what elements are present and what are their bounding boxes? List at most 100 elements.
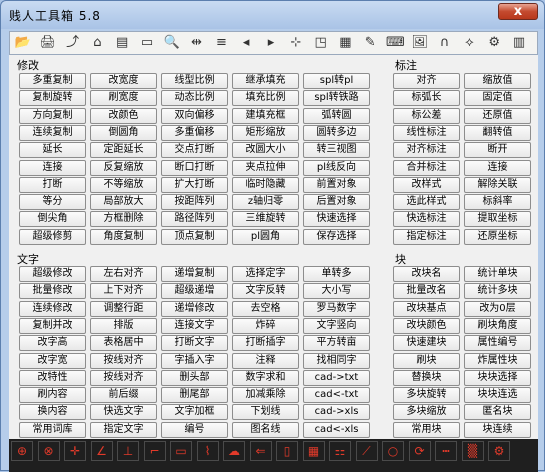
- modify-button[interactable]: 建填充框: [232, 107, 299, 124]
- window-icon[interactable]: ▭: [138, 34, 156, 52]
- modify-button[interactable]: pl圆角: [232, 228, 299, 245]
- modify-button[interactable]: 夹点拉伸: [232, 159, 299, 176]
- modify-button[interactable]: 前置对象: [303, 176, 370, 193]
- modify-button[interactable]: 多重复制: [19, 73, 86, 89]
- text-button[interactable]: 编号: [161, 421, 228, 438]
- text-button[interactable]: 调整行距: [90, 300, 157, 317]
- text-button[interactable]: 前后缀: [90, 387, 157, 404]
- annotate-button[interactable]: 对齐: [393, 73, 460, 89]
- block-button[interactable]: 快速建块: [393, 335, 460, 352]
- annotate-button[interactable]: 固定值: [464, 90, 531, 107]
- annotate-button[interactable]: 解除关联: [464, 176, 531, 193]
- print-icon[interactable]: 🖨: [39, 34, 57, 52]
- annotate-button[interactable]: 合并标注: [393, 159, 460, 176]
- arrow-right-icon[interactable]: ▸: [262, 34, 280, 52]
- modify-button[interactable]: 方框删除: [90, 211, 157, 228]
- modify-button[interactable]: 保存选择: [303, 228, 370, 245]
- block-button[interactable]: 改块名: [393, 266, 460, 282]
- block-button[interactable]: 统计多块: [464, 283, 531, 300]
- block-button[interactable]: 统计单块: [464, 266, 531, 282]
- block-button[interactable]: 批量改名: [393, 283, 460, 300]
- keyboard-icon[interactable]: ⌨: [386, 34, 405, 52]
- text-button[interactable]: cad->xls: [303, 404, 370, 421]
- text-button[interactable]: 指定文字: [90, 421, 157, 438]
- annotate-button[interactable]: 指定标注: [393, 228, 460, 245]
- folder-open-icon[interactable]: 📂: [14, 34, 32, 52]
- magnet-icon[interactable]: ∩: [436, 34, 454, 52]
- modify-button[interactable]: 断口打断: [161, 159, 228, 176]
- text-button[interactable]: 按线对齐: [90, 352, 157, 369]
- modify-button[interactable]: 复制旋转: [19, 90, 86, 107]
- text-button[interactable]: 大小写: [303, 283, 370, 300]
- modify-button[interactable]: 连接: [19, 159, 86, 176]
- modify-button[interactable]: 刷宽度: [90, 90, 157, 107]
- text-button[interactable]: 递增修改: [161, 300, 228, 317]
- text-button[interactable]: 复制并改: [19, 317, 86, 334]
- modify-button[interactable]: 角度复制: [90, 228, 157, 245]
- block-button[interactable]: 块块连选: [464, 387, 531, 404]
- annotate-button[interactable]: 标公差: [393, 107, 460, 124]
- block-button[interactable]: 块块选择: [464, 369, 531, 386]
- home-icon[interactable]: ⌂: [88, 34, 106, 52]
- text-button[interactable]: 文字竖向: [303, 317, 370, 334]
- text-button[interactable]: 常用词库: [19, 421, 86, 438]
- modify-button[interactable]: 延长: [19, 142, 86, 159]
- modify-button[interactable]: 等分: [19, 194, 86, 211]
- modify-button[interactable]: 局部放大: [90, 194, 157, 211]
- text-button[interactable]: 删尾部: [161, 387, 228, 404]
- modify-button[interactable]: 改颜色: [90, 107, 157, 124]
- text-button[interactable]: 删头部: [161, 369, 228, 386]
- arrow-left-icon[interactable]: ◂: [237, 34, 255, 52]
- corner-icon[interactable]: ⌐: [143, 441, 166, 461]
- export-icon[interactable]: ⤴: [64, 34, 82, 52]
- text-button[interactable]: 打断插字: [232, 335, 299, 352]
- edit-icon[interactable]: ✎: [361, 34, 379, 52]
- block-button[interactable]: 改块颜色: [393, 317, 460, 334]
- block-button[interactable]: 多块缩放: [393, 404, 460, 421]
- rect-icon[interactable]: ▭: [170, 441, 192, 461]
- cloud-icon[interactable]: ☁: [223, 441, 245, 461]
- block-button[interactable]: 炸属性块: [464, 352, 531, 369]
- text-button[interactable]: 单转多: [303, 266, 370, 282]
- table-icon[interactable]: ▦: [302, 441, 325, 461]
- text-button[interactable]: 表格居中: [90, 335, 157, 352]
- block-button[interactable]: 替换块: [393, 369, 460, 386]
- modify-button[interactable]: 转三视图: [303, 142, 370, 159]
- calculator-icon[interactable]: ▥: [510, 34, 528, 52]
- modify-button[interactable]: 方向复制: [19, 107, 86, 124]
- spiral-icon[interactable]: ⟳: [408, 441, 431, 461]
- block-button[interactable]: 改为0层: [464, 300, 531, 317]
- close-button[interactable]: x: [498, 3, 538, 20]
- stairs-icon[interactable]: ⚏: [329, 441, 351, 461]
- modify-button[interactable]: spl转pl: [303, 73, 370, 89]
- text-button[interactable]: 快选文字: [90, 404, 157, 421]
- text-button[interactable]: 注释: [232, 352, 299, 369]
- frame-icon[interactable]: ▯: [276, 441, 298, 461]
- annotate-button[interactable]: 选此样式: [393, 194, 460, 211]
- modify-button[interactable]: 后置对象: [303, 194, 370, 211]
- modify-button[interactable]: 线型比例: [161, 73, 228, 89]
- modify-button[interactable]: 临时隐藏: [232, 176, 299, 193]
- block-button[interactable]: 匿名块: [464, 404, 531, 421]
- modify-button[interactable]: 圆转多边: [303, 124, 370, 141]
- circle-icon[interactable]: ○: [382, 441, 404, 461]
- text-button[interactable]: 平方转亩: [303, 335, 370, 352]
- modify-button[interactable]: 继承填充: [232, 73, 299, 89]
- gears-icon[interactable]: ⚙: [485, 34, 503, 52]
- text-button[interactable]: 数字求和: [232, 369, 299, 386]
- modify-button[interactable]: 填充比例: [232, 90, 299, 107]
- text-button[interactable]: 按线对齐: [90, 369, 157, 386]
- block-button[interactable]: 刷块角度: [464, 317, 531, 334]
- annotate-button[interactable]: 缩放值: [464, 73, 531, 89]
- modify-button[interactable]: 不等缩放: [90, 176, 157, 193]
- modify-button[interactable]: 动态比例: [161, 90, 228, 107]
- modify-button[interactable]: 路径阵列: [161, 211, 228, 228]
- text-button[interactable]: 连接文字: [161, 317, 228, 334]
- modify-button[interactable]: 多重偏移: [161, 124, 228, 141]
- modify-button[interactable]: 倒尖角: [19, 211, 86, 228]
- annotate-button[interactable]: 线性标注: [393, 124, 460, 141]
- annotate-button[interactable]: 标弧长: [393, 90, 460, 107]
- text-button[interactable]: 排版: [90, 317, 157, 334]
- angle-icon[interactable]: ∠: [90, 441, 113, 461]
- text-button[interactable]: cad<-xls: [303, 421, 370, 438]
